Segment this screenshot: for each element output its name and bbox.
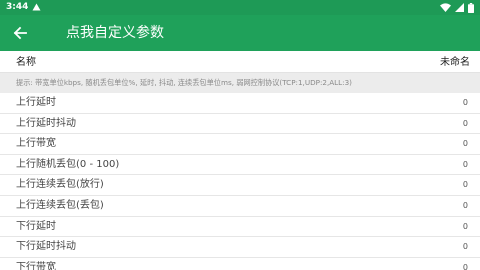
param-label: 上行延时 (16, 97, 56, 108)
app-bar: 点我自定义参数 (0, 15, 480, 51)
status-icons (440, 2, 474, 13)
hint-banner: 提示: 带宽单位kbps, 随机丢包单位%, 延时, 抖动, 连续丢包单位ms,… (0, 73, 480, 93)
param-label: 上行带宽 (16, 138, 56, 150)
param-label: 上行延时抖动 (16, 117, 76, 129)
arrow-left-icon (13, 26, 27, 40)
param-row-downlink-delay[interactable]: 下行延时 0 (0, 217, 480, 238)
param-value: 0 (462, 221, 468, 231)
param-row-uplink-delay[interactable]: 上行延时 0 (0, 93, 480, 114)
param-value: 0 (462, 242, 468, 252)
param-value: 0 (462, 139, 468, 149)
page-title: 点我自定义参数 (66, 25, 164, 41)
name-value: 未命名 (440, 57, 470, 68)
param-label: 下行延时 (16, 220, 56, 232)
param-value: 0 (462, 262, 468, 270)
param-value: 0 (462, 180, 468, 190)
name-label: 名称 (16, 57, 36, 68)
param-label: 下行延时抖动 (16, 241, 76, 253)
param-label: 上行连续丢包(放行) (16, 179, 104, 191)
param-value: 0 (462, 159, 468, 169)
param-value: 0 (462, 98, 468, 107)
param-row-uplink-jitter[interactable]: 上行延时抖动 0 (0, 114, 480, 135)
signal-icon (455, 3, 464, 12)
name-row[interactable]: 名称 未命名 (0, 51, 480, 73)
notification-icon (32, 3, 41, 11)
param-row-downlink-jitter[interactable]: 下行延时抖动 0 (0, 237, 480, 258)
screen: 3:44 点我自定义参数 名称 未命名 提示: 带宽单位kbps, 随机丢包单位… (0, 0, 480, 270)
param-value: 0 (462, 118, 468, 128)
wifi-icon (440, 3, 451, 12)
param-label: 上行连续丢包(丢包) (16, 199, 104, 211)
battery-icon (468, 2, 474, 13)
back-button[interactable] (6, 19, 34, 47)
status-bar: 3:44 (0, 0, 480, 15)
param-label: 上行随机丢包(0 - 100) (16, 158, 120, 170)
param-row-uplink-burst-pass[interactable]: 上行连续丢包(放行) 0 (0, 175, 480, 196)
status-time: 3:44 (6, 2, 29, 12)
param-label: 下行带宽 (16, 261, 56, 270)
param-row-uplink-random-loss[interactable]: 上行随机丢包(0 - 100) 0 (0, 155, 480, 176)
param-row-uplink-burst-drop[interactable]: 上行连续丢包(丢包) 0 (0, 196, 480, 217)
param-row-uplink-bandwidth[interactable]: 上行带宽 0 (0, 134, 480, 155)
param-row-downlink-bandwidth[interactable]: 下行带宽 0 (0, 258, 480, 270)
param-list: 上行延时 0 上行延时抖动 0 上行带宽 0 上行随机丢包(0 - 100) 0… (0, 93, 480, 270)
hint-text: 提示: 带宽单位kbps, 随机丢包单位%, 延时, 抖动, 连续丢包单位ms,… (16, 78, 352, 87)
param-value: 0 (462, 200, 468, 210)
